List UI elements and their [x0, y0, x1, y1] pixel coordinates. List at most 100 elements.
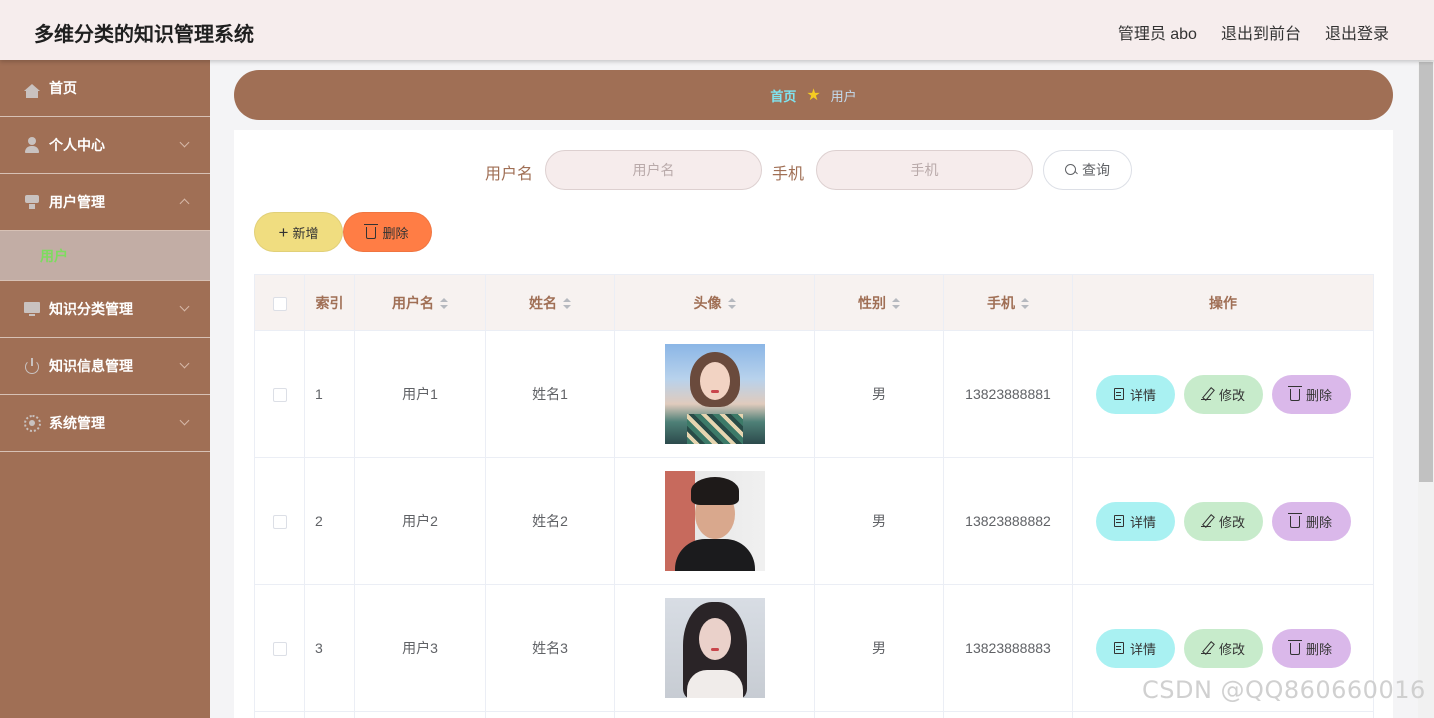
chevron-down-icon — [179, 137, 190, 148]
edit-icon — [1200, 642, 1213, 655]
sidebar-item-label: 系统管理 — [49, 415, 105, 431]
cell-index: 3 — [304, 584, 355, 712]
add-button[interactable]: + 新增 — [254, 212, 343, 252]
cell-gender: 男 — [814, 584, 944, 712]
sidebar-item-personal-center[interactable]: 个人中心 — [0, 117, 210, 174]
avatar-image — [664, 598, 765, 698]
sort-icon[interactable] — [892, 298, 900, 310]
sort-icon[interactable] — [563, 298, 571, 310]
batch-delete-button[interactable]: 删除 — [343, 212, 432, 252]
select-all-cell — [254, 274, 305, 331]
edit-icon — [1200, 515, 1213, 528]
sidebar-item-label: 知识分类管理 — [49, 301, 133, 317]
manage-icon — [24, 194, 40, 210]
select-all-checkbox[interactable] — [272, 296, 287, 311]
star-icon: ★ — [806, 87, 821, 104]
trash-icon — [1287, 513, 1302, 528]
sort-icon[interactable] — [1021, 298, 1029, 310]
row-checkbox[interactable] — [272, 388, 287, 403]
logout-link[interactable]: 退出登录 — [1325, 20, 1389, 44]
breadcrumb: 首页 ★ 用户 — [234, 70, 1393, 120]
sidebar-item-knowledge-info[interactable]: 知识信息管理 — [0, 338, 210, 395]
delete-button[interactable]: 删除 — [1271, 501, 1351, 541]
detail-button[interactable]: 详情 — [1095, 374, 1175, 414]
table-row-partial — [254, 711, 1374, 718]
add-button-label: 新增 — [292, 225, 319, 241]
table-header-row: 索引 用户名 姓名 头像 性别 手机 操作 — [254, 274, 1374, 331]
cell-username: 用户3 — [354, 584, 486, 712]
detail-button[interactable]: 详情 — [1095, 501, 1175, 541]
column-header-gender[interactable]: 性别 — [814, 274, 944, 331]
power-icon — [24, 358, 40, 374]
cell-name: 姓名1 — [485, 330, 615, 458]
column-header-phone[interactable]: 手机 — [943, 274, 1073, 331]
trash-icon — [364, 224, 379, 239]
edit-button[interactable]: 修改 — [1183, 501, 1263, 541]
sidebar-item-label: 个人中心 — [49, 137, 105, 153]
watermark: CSDN @QQ860660016 — [1142, 676, 1426, 704]
home-icon — [24, 80, 40, 98]
trash-icon — [1287, 640, 1302, 655]
document-icon — [1113, 642, 1124, 654]
sidebar-item-home[interactable]: 首页 — [0, 60, 210, 117]
delete-button[interactable]: 删除 — [1271, 628, 1351, 668]
avatar-image — [664, 344, 765, 444]
edit-button[interactable]: 修改 — [1183, 374, 1263, 414]
sort-icon[interactable] — [727, 298, 736, 310]
trash-icon — [1287, 386, 1302, 401]
sidebar-subitem-users[interactable]: 用户 — [0, 231, 210, 281]
edit-button[interactable]: 修改 — [1183, 628, 1263, 668]
cell-phone: 13823888882 — [943, 457, 1073, 585]
admin-user-link[interactable]: 管理员 abo — [1118, 20, 1197, 44]
page-scrollbar[interactable] — [1418, 60, 1434, 718]
users-table: 索引 用户名 姓名 头像 性别 手机 操作 1 用户1 姓名1 男 138238… — [254, 274, 1374, 718]
sort-icon[interactable] — [440, 298, 448, 310]
chevron-up-icon — [179, 198, 190, 209]
column-header-avatar[interactable]: 头像 — [614, 274, 815, 331]
table-row: 2 用户2 姓名2 男 13823888882 详情 修改 删除 — [254, 457, 1374, 585]
sidebar-item-label: 首页 — [49, 80, 77, 96]
top-bar: 多维分类的知识管理系统 管理员 abo 退出到前台 退出登录 — [0, 0, 1434, 60]
sidebar-item-label: 用户管理 — [49, 194, 105, 210]
sidebar-item-label: 知识信息管理 — [49, 358, 133, 374]
row-checkbox[interactable] — [272, 515, 287, 530]
detail-button[interactable]: 详情 — [1095, 628, 1175, 668]
cell-actions: 详情 修改 删除 — [1072, 330, 1374, 458]
exit-to-frontend-link[interactable]: 退出到前台 — [1221, 20, 1301, 44]
cell-name: 姓名2 — [485, 457, 615, 585]
cell-avatar — [614, 457, 815, 585]
chevron-down-icon — [179, 358, 190, 369]
top-links: 管理员 abo 退出到前台 退出登录 — [1118, 20, 1389, 44]
username-search-input[interactable] — [545, 150, 762, 190]
query-button[interactable]: 查询 — [1043, 150, 1132, 190]
cell-index: 1 — [304, 330, 355, 458]
monitor-icon — [24, 301, 40, 317]
sidebar-item-user-management[interactable]: 用户管理 — [0, 174, 210, 231]
scrollbar-thumb[interactable] — [1419, 62, 1433, 482]
cell-phone: 13823888883 — [943, 584, 1073, 712]
breadcrumb-home[interactable]: 首页 — [770, 86, 796, 105]
document-icon — [1113, 388, 1124, 400]
breadcrumb-current: 用户 — [830, 88, 857, 104]
batch-delete-label: 删除 — [382, 225, 409, 241]
edit-icon — [1200, 388, 1213, 401]
cell-phone: 13823888881 — [943, 330, 1073, 458]
column-header-name[interactable]: 姓名 — [485, 274, 615, 331]
document-icon — [1113, 515, 1124, 527]
sidebar-item-knowledge-category[interactable]: 知识分类管理 — [0, 281, 210, 338]
sidebar-item-system[interactable]: 系统管理 — [0, 395, 210, 452]
chevron-down-icon — [179, 301, 190, 312]
column-header-index: 索引 — [304, 274, 355, 331]
table-row: 1 用户1 姓名1 男 13823888881 详情 修改 删除 — [254, 330, 1374, 458]
sidebar: 首页 个人中心 用户管理 用户 知识分类管理 知识信息管理 系统管理 — [0, 60, 210, 718]
search-icon — [1065, 164, 1077, 176]
cell-avatar — [614, 330, 815, 458]
column-header-username[interactable]: 用户名 — [354, 274, 486, 331]
cell-username: 用户1 — [354, 330, 486, 458]
plus-icon: + — [278, 222, 289, 242]
delete-button[interactable]: 删除 — [1271, 374, 1351, 414]
row-checkbox[interactable] — [272, 642, 287, 657]
query-button-label: 查询 — [1082, 162, 1110, 178]
phone-label: 手机 — [772, 166, 805, 183]
phone-search-input[interactable] — [816, 150, 1033, 190]
